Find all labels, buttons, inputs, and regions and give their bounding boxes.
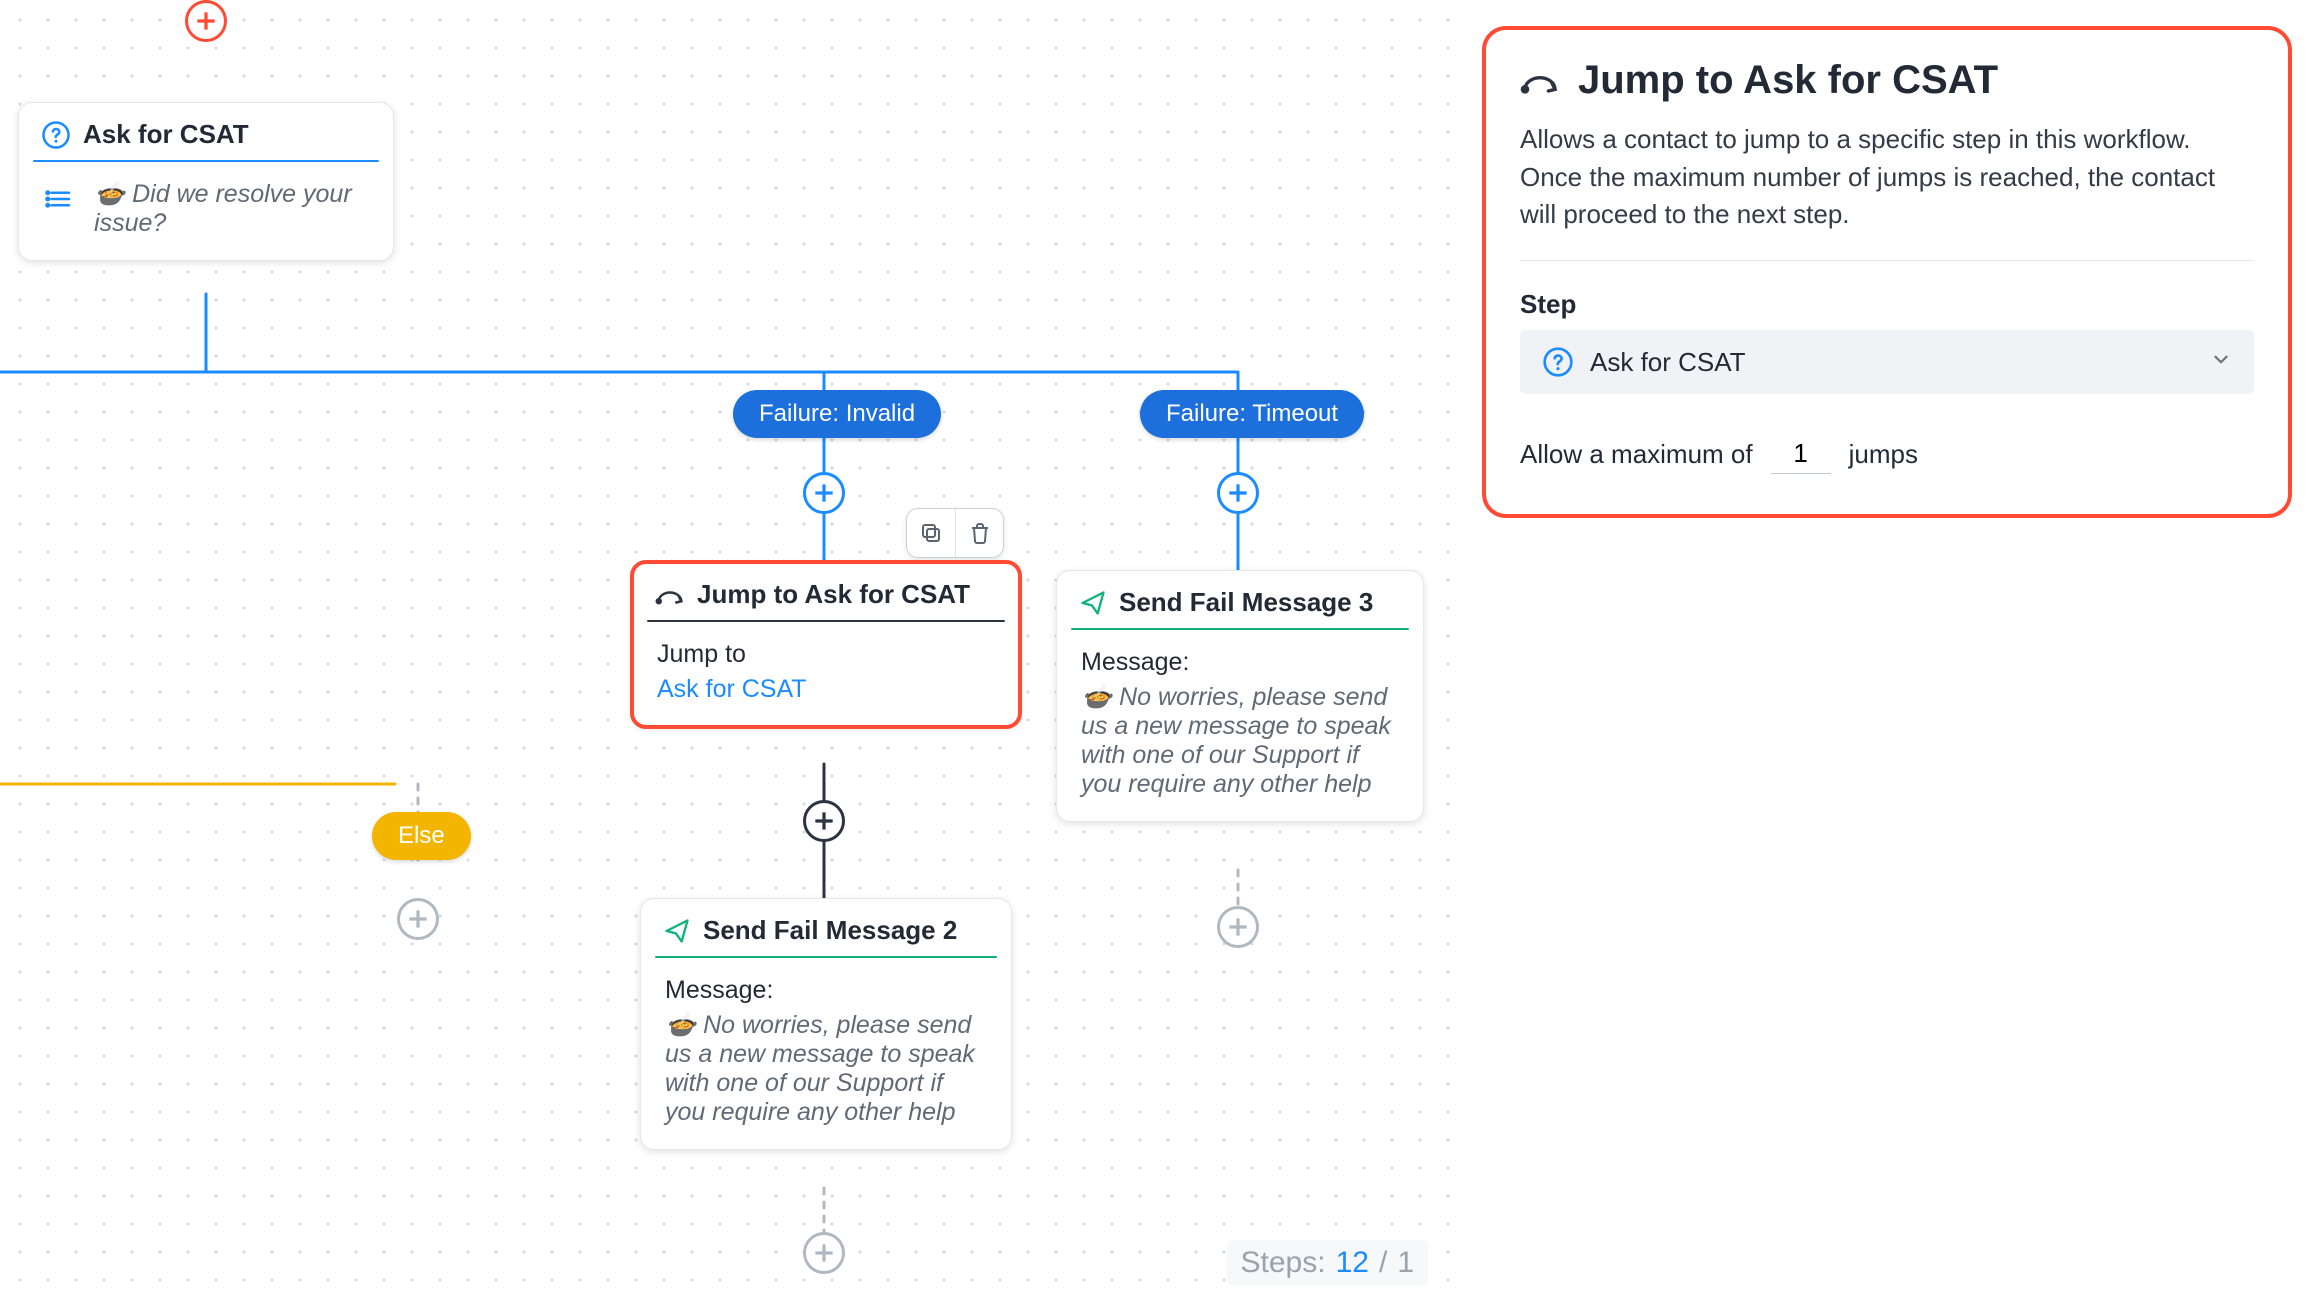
question-circle-icon — [1542, 346, 1574, 378]
steps-current: 12 — [1336, 1246, 1369, 1280]
message-label: Message: — [1081, 648, 1399, 677]
plus-icon — [811, 480, 837, 506]
step-selector-value: Ask for CSAT — [1590, 347, 1746, 378]
workflow-canvas[interactable]: Ask for CSAT 🍲 Did we resolve your issue… — [0, 0, 1450, 1300]
node-jump-to-ask-for-csat[interactable]: Jump to Ask for CSAT Jump to Ask for CSA… — [632, 562, 1020, 727]
plus-icon — [811, 808, 837, 834]
message-text: No worries, please send us a new message… — [1081, 683, 1391, 798]
jump-target-link[interactable]: Ask for CSAT — [657, 675, 995, 704]
copy-icon — [919, 521, 943, 545]
node-title: Send Fail Message 2 — [703, 915, 957, 946]
node-ask-for-csat[interactable]: Ask for CSAT 🍲 Did we resolve your issue… — [18, 102, 394, 261]
list-icon — [44, 184, 74, 214]
add-step-after-invalid[interactable] — [803, 472, 845, 514]
jump-arc-icon — [1520, 61, 1560, 101]
add-step-after-fail3[interactable] — [1217, 906, 1259, 948]
node-send-fail-message-2[interactable]: Send Fail Message 2 Message: 🍲 No worrie… — [640, 898, 1012, 1150]
steps-label: Steps: — [1241, 1246, 1326, 1280]
steps-counter: Steps: 12 / 1 — [1227, 1240, 1428, 1286]
plus-icon — [193, 8, 219, 34]
plus-icon — [811, 1240, 837, 1266]
plus-icon — [1225, 914, 1251, 940]
node-title: Jump to Ask for CSAT — [697, 579, 970, 610]
node-title: Ask for CSAT — [83, 119, 249, 150]
inspector-title: Jump to Ask for CSAT — [1520, 58, 2254, 103]
branch-failure-timeout[interactable]: Failure: Timeout — [1140, 390, 1364, 438]
question-circle-icon — [41, 120, 71, 150]
inspector-description: Allows a contact to jump to a specific s… — [1520, 121, 2254, 261]
branch-failure-invalid[interactable]: Failure: Invalid — [733, 390, 941, 438]
add-step-after-else[interactable] — [397, 898, 439, 940]
message-text: No worries, please send us a new message… — [665, 1011, 975, 1126]
steps-divider: / — [1379, 1246, 1387, 1280]
jump-arc-icon — [655, 580, 685, 610]
inspector-step-label: Step — [1520, 289, 2254, 320]
add-step-after-fail2[interactable] — [803, 1232, 845, 1274]
max-jumps-prefix: Allow a maximum of — [1520, 439, 1753, 470]
add-step-after-timeout[interactable] — [1217, 472, 1259, 514]
max-jumps-input[interactable] — [1771, 434, 1831, 474]
node-send-fail-message-3[interactable]: Send Fail Message 3 Message: 🍲 No worrie… — [1056, 570, 1424, 822]
trash-icon — [968, 521, 992, 545]
steps-total: 1 — [1397, 1246, 1414, 1280]
node-prompt: Did we resolve your issue? — [94, 180, 352, 237]
jump-label: Jump to — [657, 640, 995, 669]
node-toolbar — [906, 508, 1004, 558]
message-label: Message: — [665, 976, 987, 1005]
send-icon — [1079, 589, 1107, 617]
send-icon — [663, 917, 691, 945]
add-step-after-jump[interactable] — [803, 800, 845, 842]
plus-icon — [1225, 480, 1251, 506]
pot-emoji: 🍲 — [94, 180, 125, 208]
max-jumps-suffix: jumps — [1849, 439, 1918, 470]
pot-emoji: 🍲 — [665, 1011, 696, 1039]
inspector-panel: Jump to Ask for CSAT Allows a contact to… — [1482, 26, 2292, 518]
chevron-down-icon — [2210, 347, 2232, 378]
delete-node-button[interactable] — [955, 509, 1003, 557]
branch-else[interactable]: Else — [372, 812, 471, 860]
step-selector[interactable]: Ask for CSAT — [1520, 330, 2254, 394]
plus-icon — [405, 906, 431, 932]
node-title: Send Fail Message 3 — [1119, 587, 1373, 618]
pot-emoji: 🍲 — [1081, 683, 1112, 711]
add-step-top[interactable] — [185, 0, 227, 42]
copy-node-button[interactable] — [907, 509, 955, 557]
